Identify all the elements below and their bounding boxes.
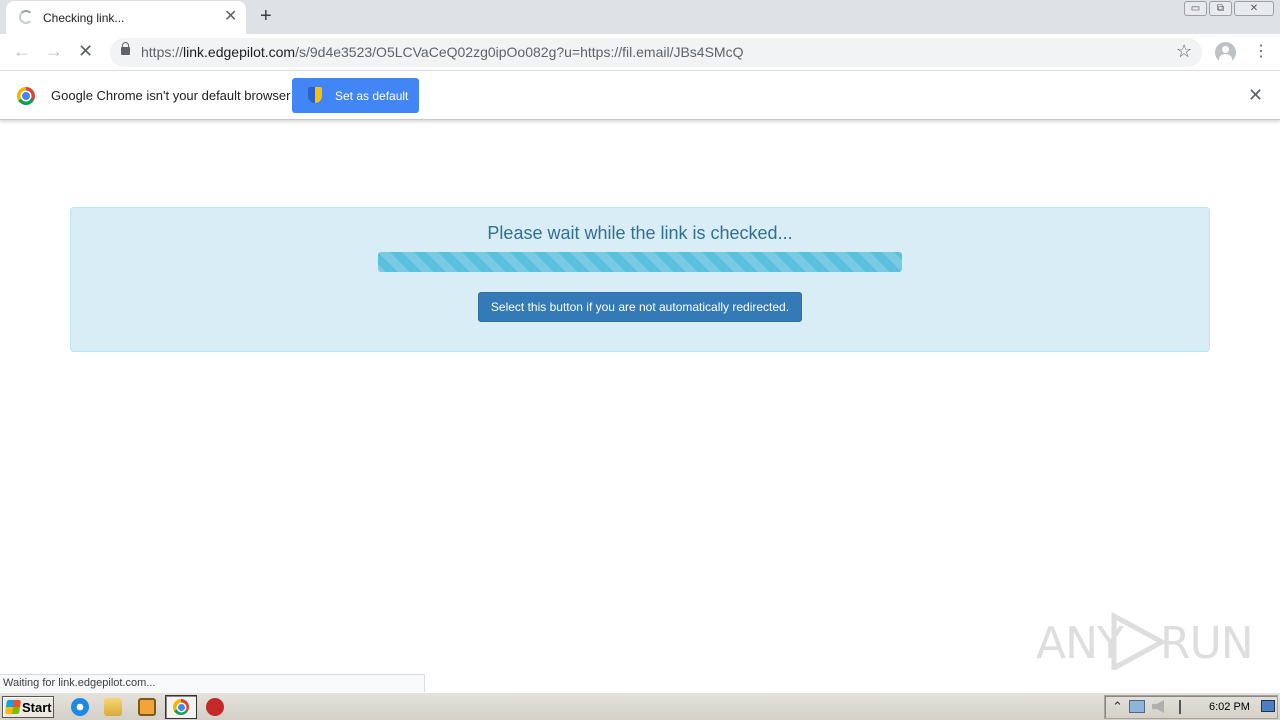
system-tray: ⌃ 6:02 PM — [1104, 695, 1278, 719]
windows-taskbar: Start ⌃ 6:02 PM — [0, 692, 1280, 720]
back-button[interactable]: ← — [13, 41, 31, 61]
network-icon[interactable] — [1129, 700, 1145, 713]
bookmark-star-icon[interactable]: ☆ — [1176, 41, 1192, 62]
new-tab-button[interactable]: + — [260, 5, 272, 27]
show-hidden-icons-icon[interactable]: ⌃ — [1112, 700, 1123, 714]
show-desktop-icon[interactable] — [1261, 700, 1275, 712]
start-button[interactable]: Start — [2, 696, 54, 718]
set-as-default-label: Set as default — [335, 89, 409, 103]
link-check-panel: Please wait while the link is checked...… — [70, 207, 1210, 352]
system-clock[interactable]: 6:02 PM — [1209, 701, 1250, 713]
url-host: link.edgepilot.com — [183, 44, 296, 60]
watermark-play-icon — [1111, 612, 1166, 670]
tab-close-icon[interactable]: ✕ — [224, 8, 237, 26]
status-bubble: Waiting for link.edgepilot.com... — [0, 674, 425, 692]
chrome-taskbar-icon — [173, 699, 189, 715]
lock-icon[interactable] — [121, 42, 130, 55]
internet-explorer-icon[interactable] — [71, 698, 89, 716]
chrome-logo-icon — [17, 87, 35, 105]
action-center-flag-icon[interactable] — [1179, 700, 1191, 714]
anyrun-watermark: ANY RUN — [1036, 610, 1254, 670]
loading-spinner-icon — [19, 10, 33, 24]
file-explorer-icon[interactable] — [104, 698, 122, 716]
chrome-menu-icon[interactable]: ⋮ — [1253, 41, 1269, 63]
stop-app-icon[interactable] — [206, 698, 224, 716]
stop-loading-button[interactable]: ✕ — [78, 41, 93, 61]
uac-shield-icon — [308, 87, 322, 103]
tab-checking-link[interactable]: Checking link... ✕ — [6, 1, 246, 34]
default-browser-infobar: Google Chrome isn't your default browser… — [0, 72, 1280, 120]
url-scheme: https:// — [141, 44, 184, 60]
media-player-icon[interactable] — [138, 698, 156, 716]
infobar-close-icon[interactable]: ✕ — [1248, 86, 1263, 104]
restore-button[interactable]: ⧉ — [1209, 1, 1232, 16]
progress-bar — [378, 252, 902, 272]
window-close-button[interactable]: ✕ — [1234, 1, 1274, 16]
tab-strip: Checking link... ✕ + ▭ ⧉ ✕ — [0, 0, 1280, 34]
volume-icon[interactable] — [1152, 700, 1164, 713]
browser-toolbar: ← → ✕ https://link.edgepilot.com/s/9d4e3… — [0, 34, 1280, 71]
forward-button[interactable]: → — [45, 41, 63, 61]
start-label: Start — [22, 700, 52, 715]
infobar-message: Google Chrome isn't your default browser — [51, 88, 291, 103]
page-heading: Please wait while the link is checked... — [487, 223, 793, 243]
set-as-default-button[interactable]: Set as default — [292, 78, 419, 113]
tab-title: Checking link... — [43, 11, 125, 25]
profile-avatar-icon[interactable] — [1215, 42, 1236, 63]
minimize-button[interactable]: ▭ — [1184, 1, 1207, 16]
url-path: /s/9d4e3523/O5LCVaCeQ02zg0ipOo082g?u=htt… — [295, 44, 744, 60]
chrome-taskbar-button[interactable] — [165, 695, 197, 719]
watermark-right-text: RUN — [1160, 618, 1254, 669]
redirect-button[interactable]: Select this button if you are not automa… — [478, 292, 802, 322]
url-text[interactable]: https://link.edgepilot.com/s/9d4e3523/O5… — [141, 44, 743, 60]
windows-flag-icon — [5, 700, 21, 714]
address-bar[interactable]: https://link.edgepilot.com/s/9d4e3523/O5… — [110, 38, 1202, 67]
